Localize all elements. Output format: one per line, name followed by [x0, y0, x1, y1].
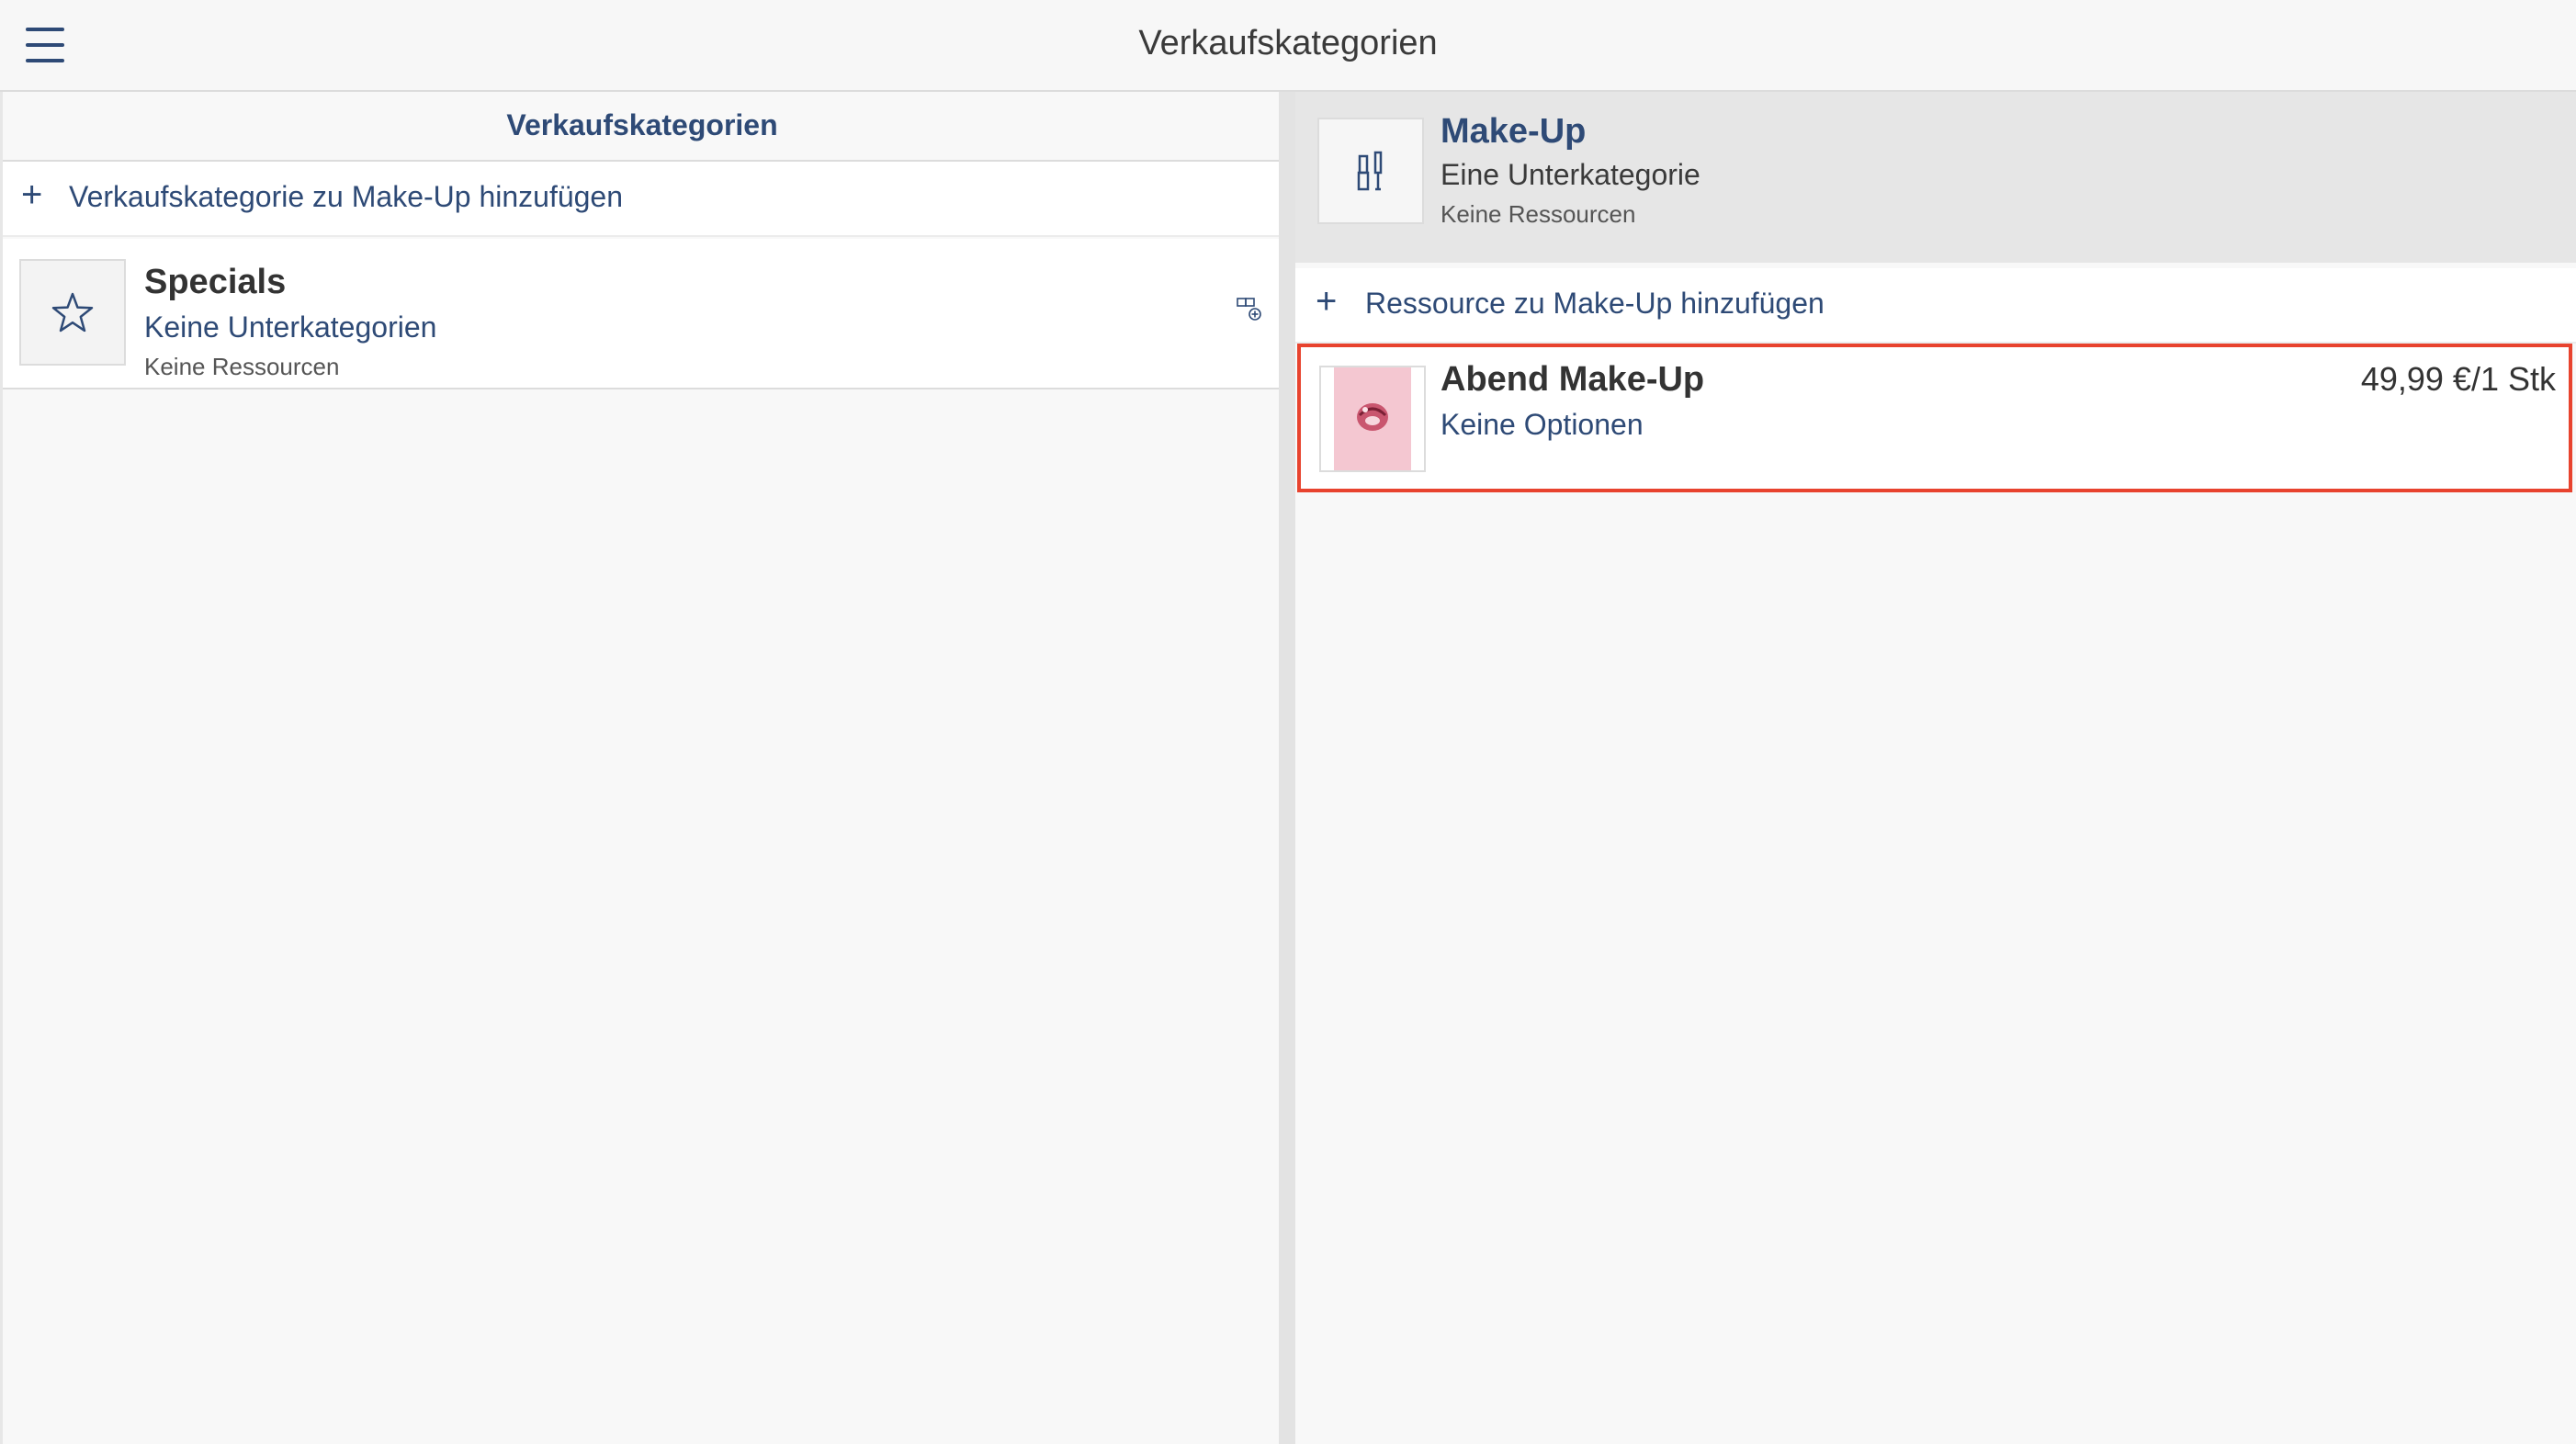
- makeup-brushes-icon: [1317, 118, 1424, 224]
- page-title: Verkaufskategorien: [1138, 24, 1438, 62]
- categories-pane: Verkaufskategorien + Verkaufskategorie z…: [0, 92, 1282, 1444]
- category-detail-header: Make-Up Eine Unterkategorie Keine Ressou…: [1295, 92, 2576, 263]
- plus-icon: +: [1316, 281, 1338, 322]
- top-bar: Verkaufskategorien: [0, 0, 2576, 92]
- category-subcategories: Keine Unterkategorien: [144, 310, 437, 344]
- category-title: Make-Up: [1441, 112, 1587, 151]
- star-icon: [19, 259, 126, 366]
- category-resources: Keine Ressourcen: [144, 353, 340, 380]
- pane-divider: [1279, 92, 1295, 1444]
- category-subcategories: Eine Unterkategorie: [1441, 158, 1700, 191]
- add-resource-label: Ressource zu Make-Up hinzufügen: [1365, 287, 1825, 320]
- category-resources: Keine Ressourcen: [1441, 200, 1636, 228]
- add-category-button[interactable]: + Verkaufskategorie zu Make-Up hinzufüge…: [3, 162, 1279, 237]
- add-category-label: Verkaufskategorie zu Make-Up hinzufügen: [69, 180, 624, 213]
- resource-price: 49,99 €/1 Stk: [2360, 360, 2556, 398]
- plus-icon: +: [21, 175, 43, 215]
- category-item-specials[interactable]: Specials Keine Unterkategorien Keine Res…: [3, 239, 1282, 389]
- move-category-icon[interactable]: [1236, 296, 1263, 323]
- resource-image: [1319, 366, 1426, 472]
- category-name: Specials: [144, 263, 287, 301]
- resource-name: Abend Make-Up: [1441, 360, 1705, 399]
- resource-options: Keine Optionen: [1441, 408, 1644, 441]
- pane-title: Verkaufskategorien: [3, 92, 1282, 162]
- resource-item-abend-make-up[interactable]: Abend Make-Up Keine Optionen 49,99 €/1 S…: [1297, 344, 2572, 492]
- category-detail-pane: Make-Up Eine Unterkategorie Keine Ressou…: [1295, 92, 2576, 1444]
- add-resource-button[interactable]: + Ressource zu Make-Up hinzufügen: [1295, 268, 2576, 344]
